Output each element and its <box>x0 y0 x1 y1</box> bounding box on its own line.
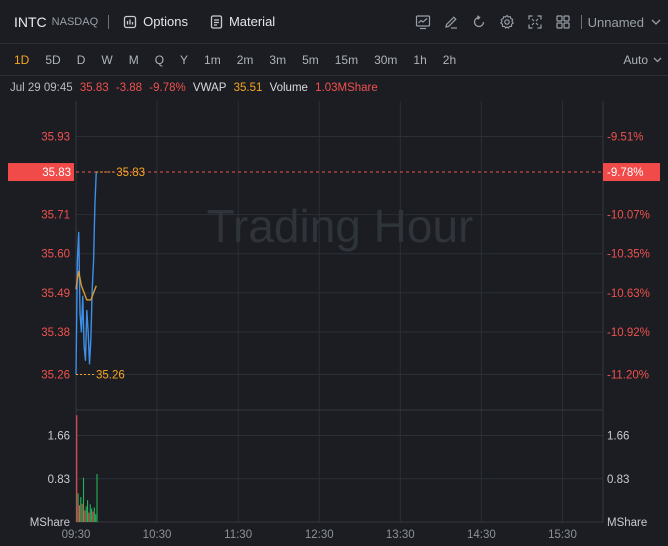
volume-bar <box>82 477 85 522</box>
volume-bar <box>87 500 89 522</box>
high-label: 35.83 <box>116 167 145 179</box>
volume-bar <box>76 415 78 522</box>
volume-unit-label-left: MShare <box>30 517 70 529</box>
chart-grid <box>75 101 604 523</box>
volume-bar <box>95 514 97 522</box>
pct-tick-label: -11.20% <box>607 369 649 381</box>
low-label: 35.26 <box>96 369 125 381</box>
volume-tick-label-left: 1.66 <box>48 431 70 443</box>
time-tick-label: 09:30 <box>62 529 91 541</box>
volume-bar <box>93 507 95 522</box>
volume-tick-label-left: 0.83 <box>48 474 70 486</box>
volume-bar <box>89 504 91 522</box>
volume-bar <box>78 505 81 522</box>
volume-bar <box>81 503 83 522</box>
volume-bar <box>96 474 98 522</box>
pct-tick-label: -9.51% <box>607 132 643 144</box>
pct-tick-label: -10.07% <box>607 210 650 222</box>
time-tick-label: 13:30 <box>386 529 415 541</box>
price-tick-label: 35.93 <box>41 132 70 144</box>
price-tick-label: 35.38 <box>41 327 70 339</box>
time-tick-label: 14:30 <box>467 529 496 541</box>
volume-bar <box>84 510 86 522</box>
volume-tick-label-right: 1.66 <box>607 431 629 443</box>
current-price-badge-label: 35.83 <box>42 167 71 179</box>
volume-tick-label-right: 0.83 <box>607 474 629 486</box>
time-tick-label: 10:30 <box>143 529 172 541</box>
price-tick-label: 35.60 <box>41 249 70 261</box>
volume-bar <box>77 493 79 522</box>
volume-unit-label-right: MShare <box>607 517 647 529</box>
volume-bar <box>85 506 87 522</box>
price-tick-label: 35.71 <box>41 210 70 222</box>
volume-bar <box>91 508 93 522</box>
pct-tick-label: -10.35% <box>607 249 650 261</box>
watermark-text: Trading Hour <box>207 200 474 252</box>
time-tick-label: 12:30 <box>305 529 334 541</box>
volume-bar <box>88 512 90 522</box>
price-chart[interactable]: Trading Hour 35.83 35.26 35.93 -9.51% 35.71 -… <box>0 0 668 546</box>
volume-bar <box>80 496 82 522</box>
pct-tick-label: -10.63% <box>607 288 650 300</box>
volume-bar <box>92 511 94 522</box>
current-pct-badge-label: -9.78% <box>607 167 643 179</box>
pct-tick-label: -10.92% <box>607 327 650 339</box>
price-tick-label: 35.49 <box>41 288 70 300</box>
price-tick-label: 35.26 <box>41 369 70 381</box>
volume-bars <box>76 415 98 522</box>
time-tick-label: 15:30 <box>548 529 577 541</box>
time-tick-label: 11:30 <box>224 529 252 541</box>
